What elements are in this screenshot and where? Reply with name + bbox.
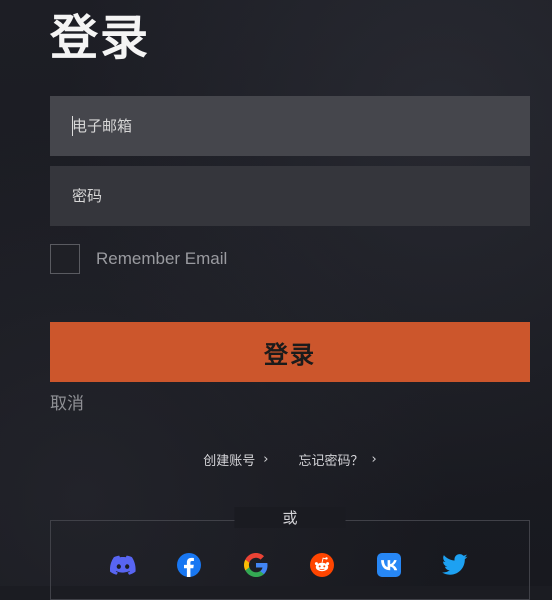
remember-email-label[interactable]: Remember Email: [96, 249, 227, 269]
password-field[interactable]: [50, 166, 530, 226]
login-panel: 登录 Remember Email 登录 取消 创建账号 › 忘记密码？ › 或: [50, 0, 530, 600]
forgot-password-link[interactable]: 忘记密码？ ›: [299, 450, 377, 469]
or-divider-label: 或: [234, 507, 346, 528]
facebook-icon[interactable]: [176, 552, 202, 578]
email-field-wrapper: [50, 96, 530, 156]
remember-email-checkbox[interactable]: [50, 244, 80, 274]
email-field[interactable]: [50, 96, 530, 156]
login-button[interactable]: 登录: [50, 322, 530, 382]
discord-icon[interactable]: [110, 552, 136, 578]
create-account-label: 创建账号: [203, 454, 256, 469]
twitter-icon[interactable]: [441, 552, 468, 578]
password-field-wrapper: [50, 166, 530, 226]
cancel-link[interactable]: 取消: [50, 389, 84, 414]
vk-icon[interactable]: [376, 552, 402, 578]
remember-email-row: Remember Email: [50, 243, 227, 275]
forgot-password-label: 忘记密码？: [298, 454, 364, 469]
social-login-buttons: [50, 552, 530, 578]
chevron-right-icon: ›: [371, 452, 377, 467]
google-icon[interactable]: [243, 552, 269, 578]
page-title: 登录: [50, 10, 151, 66]
reddit-icon[interactable]: [309, 552, 335, 578]
chevron-right-icon: ›: [263, 452, 269, 467]
create-account-link[interactable]: 创建账号 ›: [203, 450, 268, 469]
text-caret: [72, 116, 73, 136]
account-links: 创建账号 › 忘记密码？ ›: [50, 450, 530, 469]
